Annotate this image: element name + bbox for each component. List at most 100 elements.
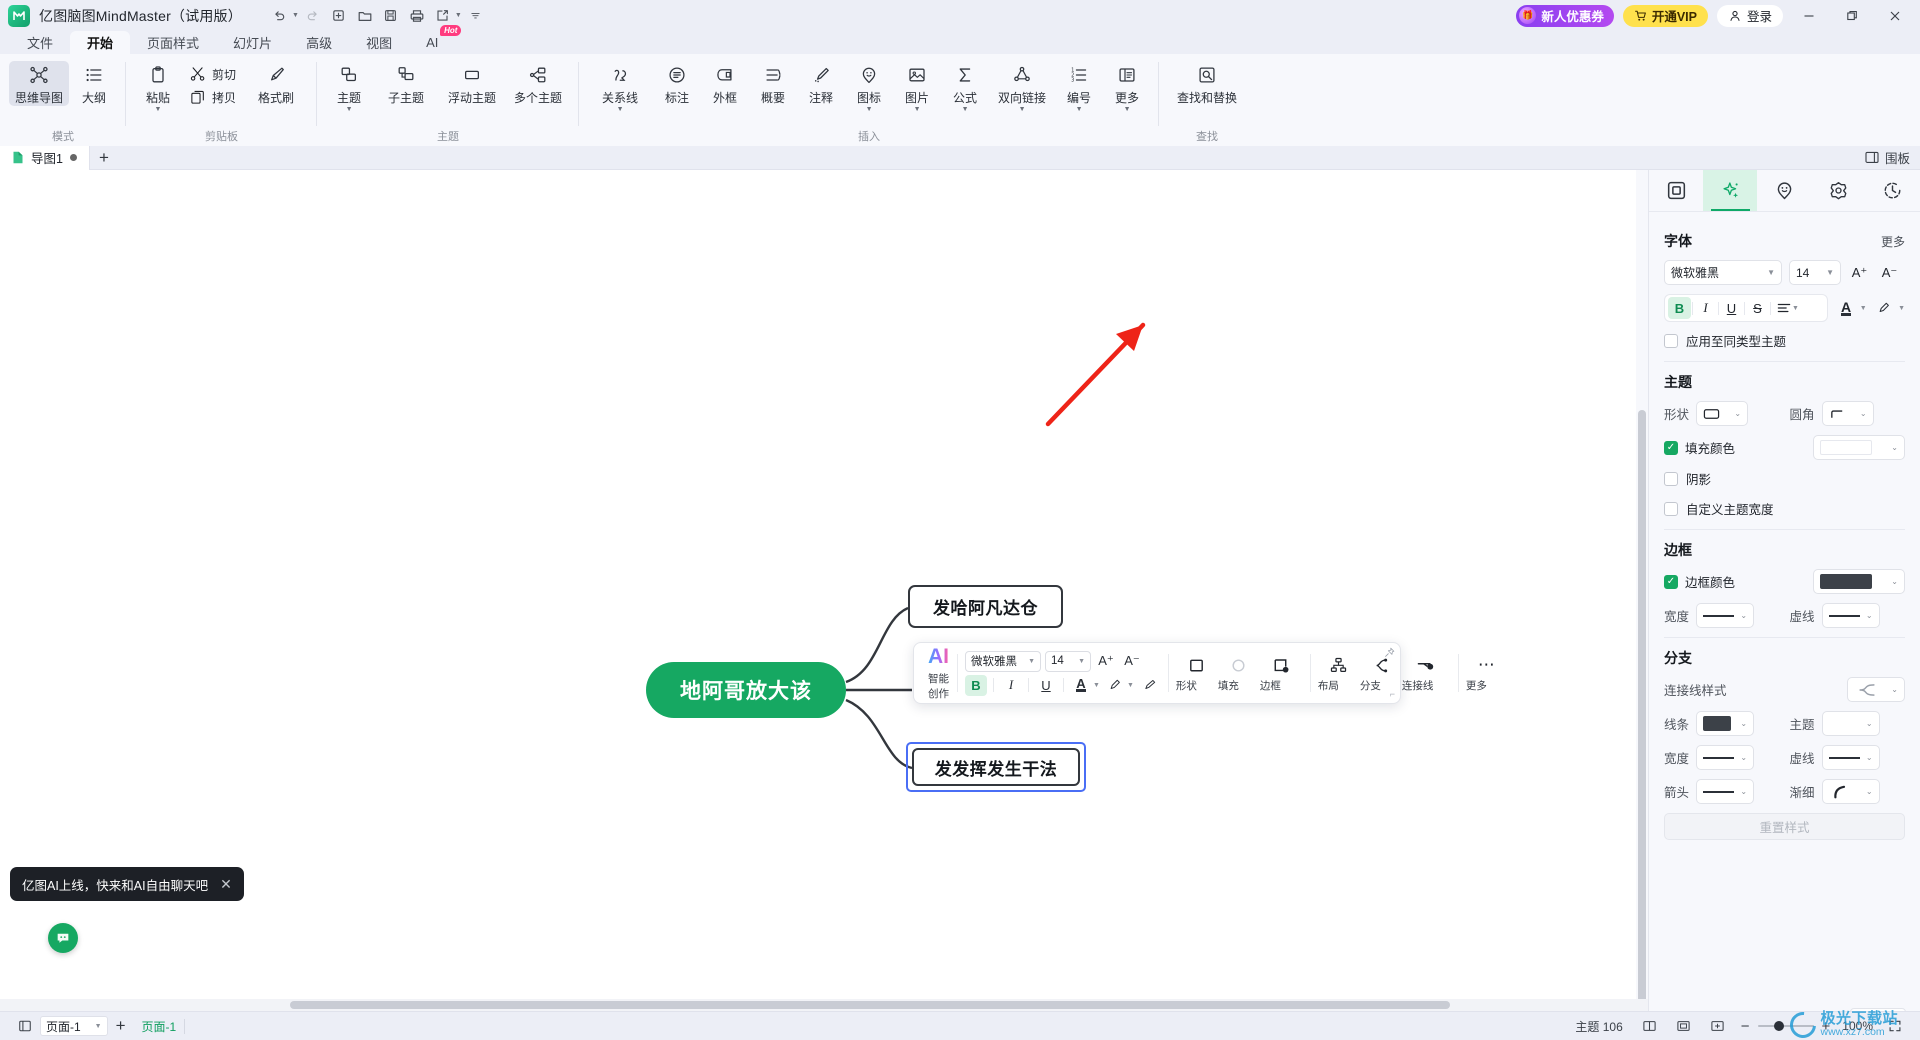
redo-icon[interactable] — [301, 4, 325, 28]
ai-chat-bubble-icon[interactable] — [48, 923, 78, 953]
panel-toggle[interactable]: 围板 — [1865, 148, 1920, 167]
connector-tool[interactable]: 连接线 — [1402, 653, 1450, 693]
canvas-horizontal-scroll-thumb[interactable] — [290, 1001, 1450, 1009]
bold-button[interactable]: B — [965, 674, 987, 696]
ribbon-item-format-painter[interactable]: 格式刷 — [244, 61, 308, 106]
window-close-button[interactable] — [1878, 1, 1912, 31]
document-tab[interactable]: 导图1 — [0, 145, 90, 170]
ribbon-item-multi-topic[interactable]: 多个主题 — [506, 61, 570, 106]
image-dropdown-icon[interactable]: ▼ — [914, 106, 921, 113]
shape-select[interactable]: ⌄ — [1696, 401, 1749, 426]
open-vip-button[interactable]: 开通VIP — [1622, 4, 1708, 27]
canvas-vertical-scroll-thumb[interactable] — [1638, 410, 1646, 1010]
page-select[interactable]: 页面-1 ▼ — [40, 1016, 108, 1036]
ribbon-item-note[interactable]: 注释 — [798, 61, 844, 106]
custom-width-row[interactable]: 自定义主题宽度 — [1664, 499, 1905, 518]
formula-dropdown-icon[interactable]: ▼ — [962, 106, 969, 113]
undo-caret-icon[interactable]: ▼ — [292, 12, 299, 19]
panel-decrease-font-button[interactable]: A⁻ — [1878, 262, 1901, 284]
tab-ai[interactable]: AI Hot — [409, 25, 462, 54]
plus-box-icon[interactable] — [327, 4, 351, 28]
center-icon[interactable] — [1702, 1012, 1733, 1040]
underline-button[interactable]: U — [1035, 675, 1057, 696]
increase-font-size-button[interactable]: A⁺ — [1095, 651, 1117, 672]
ribbon-item-summary[interactable]: 概要 — [750, 61, 796, 106]
panel-font-size-select[interactable]: 14 ▼ — [1789, 260, 1841, 285]
shadow-checkbox[interactable] — [1664, 471, 1678, 486]
style-tab[interactable] — [1703, 170, 1758, 211]
ribbon-item-find-replace[interactable]: 查找和替换 — [1168, 61, 1246, 106]
ribbon-item-outline[interactable]: 大纲 — [71, 61, 117, 106]
branch-width-select[interactable]: ⌄ — [1696, 745, 1755, 770]
ribbon-item-paste[interactable]: 粘贴 ▼ — [135, 61, 181, 113]
shape-tool[interactable]: 形状 — [1176, 653, 1218, 693]
relationship-dropdown-icon[interactable]: ▼ — [617, 106, 624, 113]
add-page-button[interactable]: + — [108, 1012, 134, 1040]
share-caret-icon[interactable]: ▼ — [455, 12, 462, 19]
ribbon-item-boundary[interactable]: 外框 — [702, 61, 748, 106]
panel-text-color-button[interactable]: A — [1835, 297, 1856, 319]
numbering-dropdown-icon[interactable]: ▼ — [1076, 106, 1083, 113]
mindmap-root-node[interactable]: 地阿哥放大该 — [646, 662, 846, 718]
text-color-button[interactable]: A — [1070, 675, 1092, 696]
canvas-horizontal-scrollbar[interactable] — [0, 999, 1648, 1011]
clear-format-button[interactable] — [1138, 675, 1160, 696]
fill-color-checkbox[interactable]: ✓ — [1664, 440, 1678, 455]
undo-icon[interactable] — [268, 4, 292, 28]
italic-button[interactable]: I — [1000, 675, 1022, 696]
ribbon-item-callout[interactable]: 标注 — [654, 61, 700, 106]
text-color-caret-icon[interactable]: ▼ — [1093, 682, 1100, 689]
window-minimize-button[interactable] — [1792, 1, 1826, 31]
text-color-caret-icon[interactable]: ▼ — [1860, 305, 1867, 312]
highlight-caret-icon[interactable]: ▼ — [1127, 682, 1134, 689]
branch-tool[interactable]: 分支 — [1360, 653, 1402, 693]
coupon-button[interactable]: 🎁 新人优惠券 — [1516, 4, 1614, 27]
reset-style-button[interactable]: 重置样式 — [1664, 813, 1905, 840]
zoom-slider-knob[interactable] — [1773, 1021, 1784, 1031]
sticker-tab[interactable] — [1812, 170, 1866, 211]
apply-same-type-checkbox[interactable] — [1664, 333, 1678, 348]
login-button[interactable]: 登录 — [1716, 4, 1783, 27]
ribbon-item-floating-topic[interactable]: 浮动主题 — [440, 61, 504, 106]
branch-line-color-select[interactable]: ⌄ — [1696, 711, 1755, 736]
branch-topic-select[interactable]: ⌄ — [1821, 711, 1880, 736]
custom-width-checkbox[interactable] — [1664, 501, 1678, 516]
add-document-tab-button[interactable]: + — [90, 146, 118, 170]
ribbon-item-subtopic[interactable]: 子主题 — [374, 61, 438, 106]
border-color-select[interactable]: ⌄ — [1813, 569, 1905, 594]
panel-highlight-button[interactable] — [1874, 297, 1895, 319]
panel-font-family-select[interactable]: 微软雅黑 ▼ — [1664, 260, 1782, 285]
ribbon-item-bidirectional-link[interactable]: 双向链接 ▼ — [990, 61, 1054, 113]
tab-home[interactable]: 开始 — [70, 31, 131, 54]
branch-taper-select[interactable]: ⌄ — [1821, 779, 1880, 804]
shadow-row[interactable]: 阴影 — [1664, 469, 1905, 488]
ribbon-item-mindmap[interactable]: 思维导图 — [9, 61, 70, 106]
fit-page-icon[interactable] — [1668, 1012, 1699, 1040]
panel-italic-button[interactable]: I — [1694, 297, 1717, 319]
fill-tool[interactable]: 填充 — [1218, 653, 1260, 693]
ribbon-item-sticker[interactable]: 图标 ▼ — [846, 61, 892, 113]
canvas-vertical-scrollbar[interactable] — [1636, 170, 1648, 1010]
branch-arrow-select[interactable]: ⌄ — [1696, 779, 1755, 804]
zoom-out-button[interactable]: − — [1736, 1012, 1755, 1040]
ribbon-item-copy[interactable]: 拷贝 — [183, 86, 242, 108]
branch-dash-select[interactable]: ⌄ — [1821, 745, 1880, 770]
font-size-select[interactable]: 14 ▼ — [1045, 650, 1091, 672]
highlight-caret-icon[interactable]: ▼ — [1898, 305, 1905, 312]
ribbon-item-numbering[interactable]: 123 编号 ▼ — [1056, 61, 1102, 113]
ribbon-item-topic[interactable]: 主题 ▼ — [326, 61, 372, 113]
tab-advanced[interactable]: 高级 — [289, 31, 349, 54]
topic-dropdown-icon[interactable]: ▼ — [346, 106, 353, 113]
panel-increase-font-button[interactable]: A⁺ — [1848, 262, 1871, 284]
border-dash-select[interactable]: ⌄ — [1821, 603, 1880, 628]
ribbon-item-formula[interactable]: 公式 ▼ — [942, 61, 988, 113]
save-icon[interactable] — [379, 4, 403, 28]
align-caret-icon[interactable]: ▼ — [1792, 305, 1799, 312]
tab-slides[interactable]: 幻灯片 — [216, 31, 289, 54]
page-frame-tab[interactable] — [1649, 170, 1703, 211]
chevron-down-small-icon[interactable] — [464, 4, 488, 28]
close-icon[interactable]: ✕ — [220, 876, 232, 893]
ribbon-item-more-insert[interactable]: 更多 ▼ — [1104, 61, 1150, 113]
mindmap-canvas[interactable]: 地阿哥放大该 发哈阿凡达仓 发发挥发生干法 AI 智能创作 微软雅黑 ▼ 14 … — [0, 170, 1648, 1011]
ribbon-item-relationship[interactable]: 关系线 ▼ — [588, 61, 652, 113]
